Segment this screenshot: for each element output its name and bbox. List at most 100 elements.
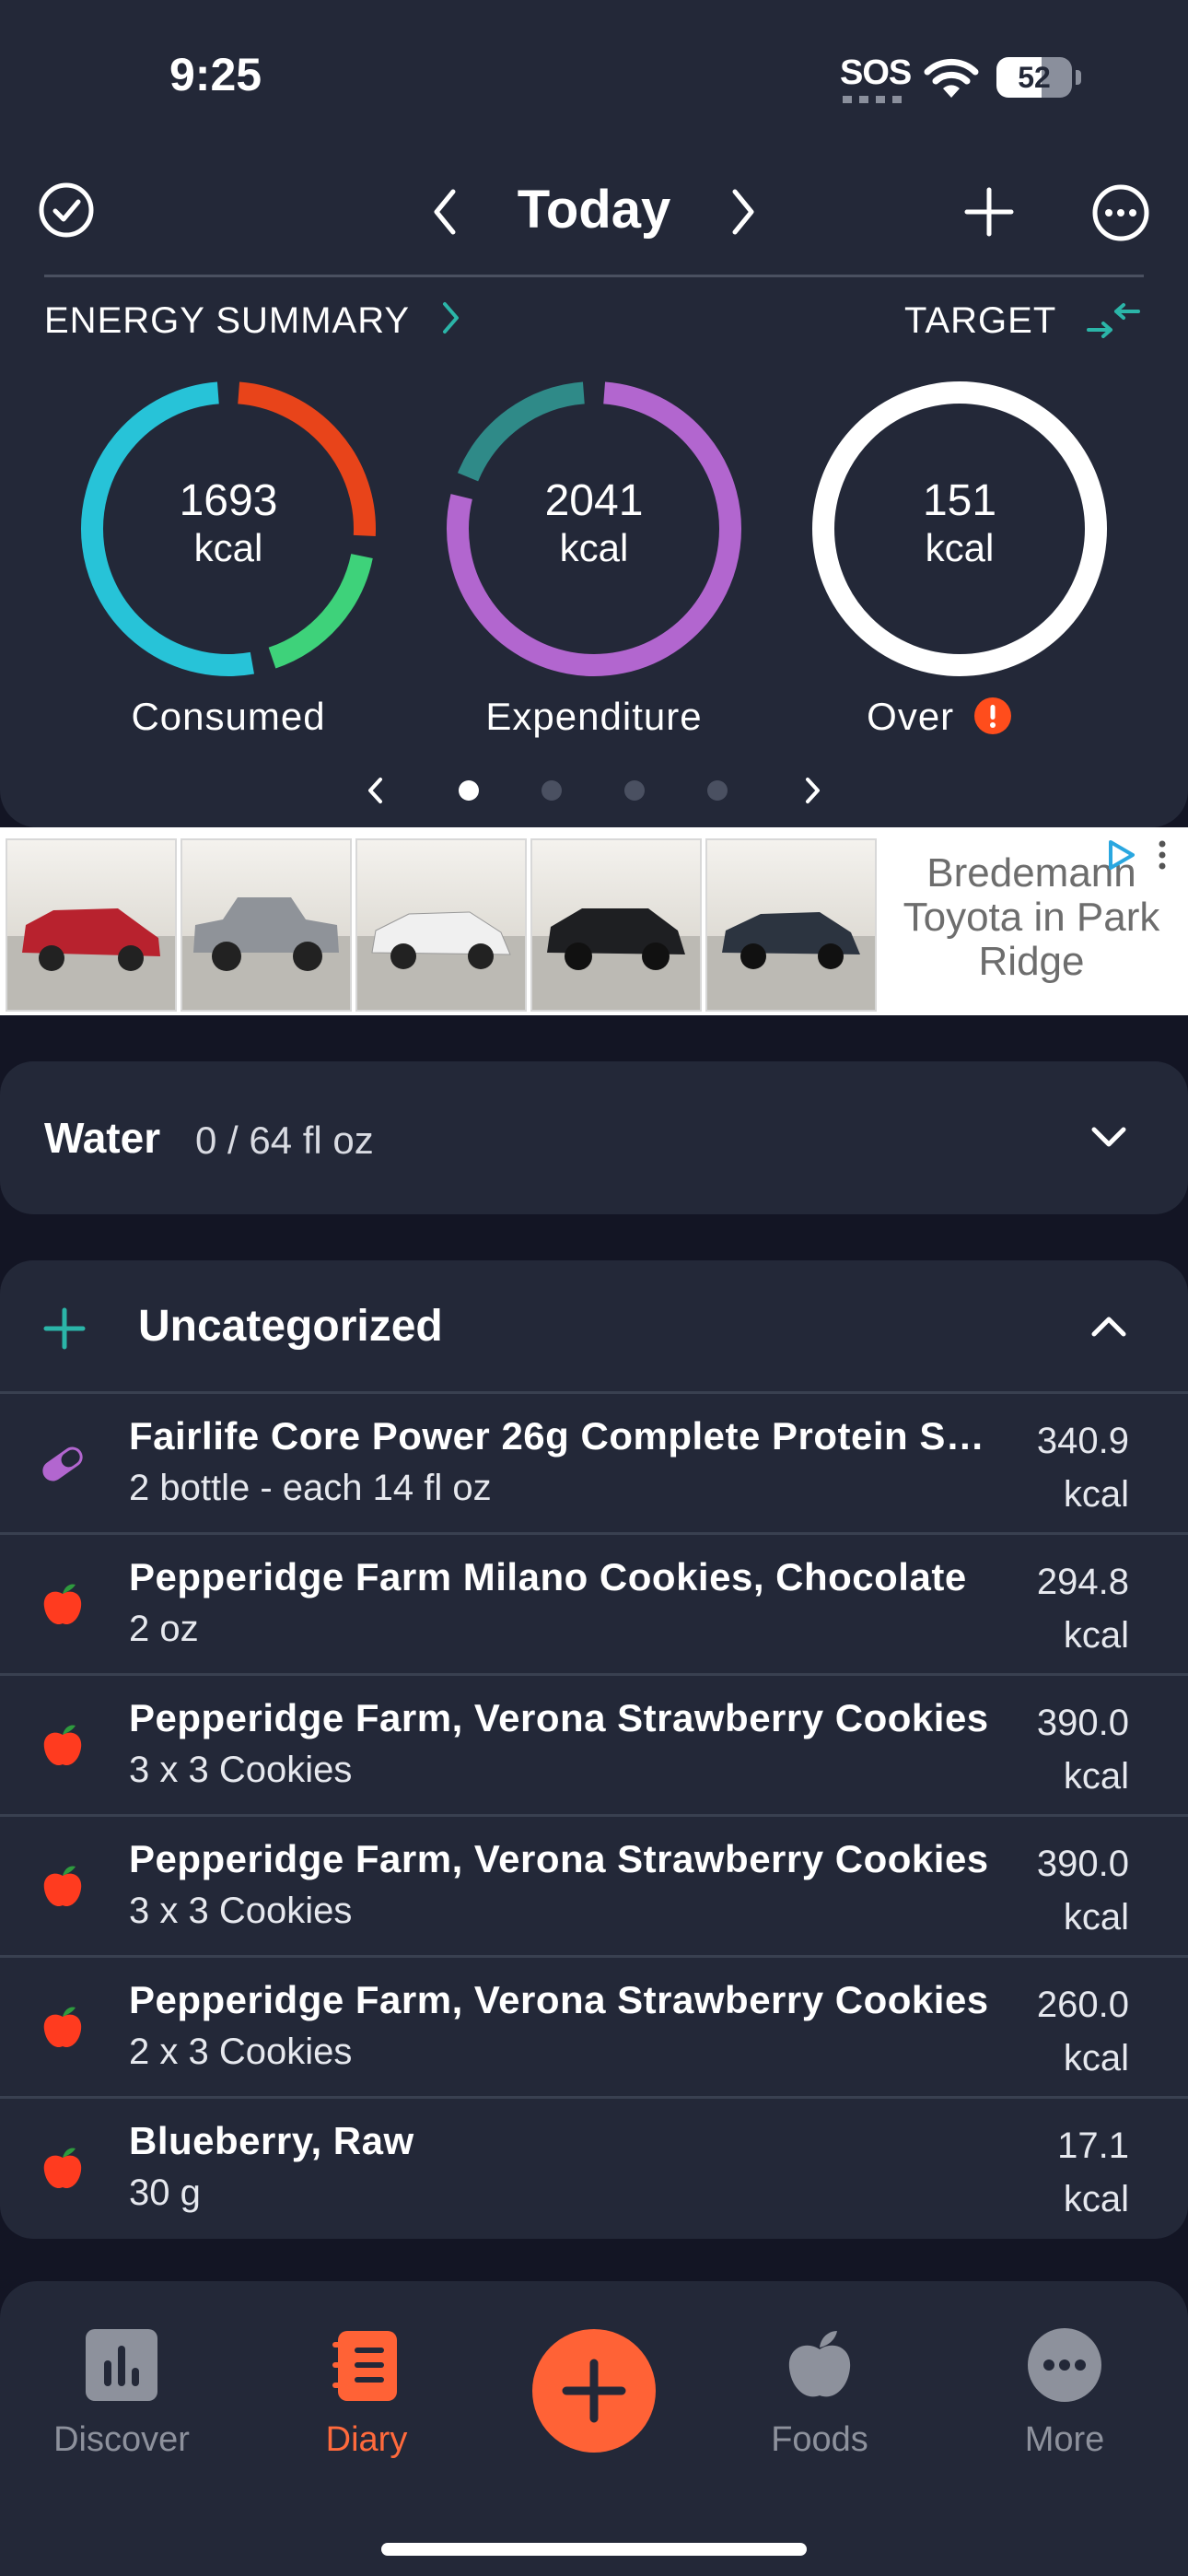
ad-car-image[interactable] <box>705 838 877 1012</box>
chevron-up-icon[interactable] <box>1087 1308 1131 1345</box>
food-name: Pepperidge Farm Milano Cookies, Chocolat… <box>129 1555 967 1598</box>
list-item[interactable]: Pepperidge Farm Milano Cookies, Chocolat… <box>0 1532 1188 1675</box>
food-kcal-unit: kcal <box>1063 2179 1129 2219</box>
nav-diary[interactable]: Diary <box>265 2327 468 2460</box>
check-circle-icon[interactable] <box>37 181 96 240</box>
food-kcal: 390.0 <box>1036 1703 1129 1743</box>
food-serving: 3 x 3 Cookies <box>129 1891 353 1931</box>
ad-banner[interactable]: Bredemann Toyota in Park Ridge <box>0 827 1188 1015</box>
nav-discover[interactable]: Discover <box>20 2327 223 2460</box>
battery-nub <box>1076 70 1081 85</box>
water-amount: 0 / 64 fl oz <box>195 1118 374 1162</box>
over-label: Over <box>867 695 955 738</box>
ad-menu-icon[interactable] <box>1153 838 1171 872</box>
chevron-down-icon[interactable] <box>1087 1118 1131 1155</box>
food-kcal-unit: kcal <box>1063 1897 1129 1938</box>
over-unit: kcal <box>925 526 995 569</box>
list-item[interactable]: Pepperidge Farm, Verona Strawberry Cooki… <box>0 1955 1188 2098</box>
water-card[interactable]: Water 0 / 64 fl oz <box>0 1061 1188 1214</box>
food-serving: 30 g <box>129 2172 201 2213</box>
more-icon <box>1028 2328 1101 2402</box>
add-food-icon[interactable] <box>41 1305 88 1352</box>
adchoices-icon[interactable] <box>1103 838 1140 872</box>
food-serving: 2 x 3 Cookies <box>129 2032 353 2072</box>
add-entry-button[interactable] <box>532 2329 656 2453</box>
food-name: Pepperidge Farm, Verona Strawberry Cooki… <box>129 1978 989 2021</box>
pager-dot[interactable] <box>707 780 728 801</box>
nav-more[interactable]: More <box>963 2327 1166 2460</box>
apple-icon <box>43 2007 82 2048</box>
signal-dots <box>843 96 903 103</box>
food-kcal: 340.9 <box>1036 1421 1129 1461</box>
food-kcal: 260.0 <box>1036 1985 1129 2025</box>
ad-car-image[interactable] <box>355 838 527 1012</box>
ring-segment <box>268 553 373 669</box>
page-title[interactable]: Today <box>479 179 709 240</box>
list-item[interactable]: Pepperidge Farm, Verona Strawberry Cooki… <box>0 1673 1188 1816</box>
pager-prev-icon[interactable] <box>363 772 389 809</box>
add-icon[interactable] <box>961 184 1017 240</box>
consumed-unit: kcal <box>193 526 263 569</box>
target-label[interactable]: TARGET <box>904 300 1056 342</box>
pager-dot[interactable] <box>624 780 645 801</box>
pager-dot[interactable] <box>542 780 562 801</box>
food-kcal: 17.1 <box>1057 2125 1129 2166</box>
food-kcal-unit: kcal <box>1063 1615 1129 1656</box>
header-divider <box>44 275 1144 277</box>
apple-icon <box>43 1725 82 1766</box>
nav-foods[interactable]: Foods <box>718 2327 921 2460</box>
plus-icon <box>562 2359 626 2423</box>
status-time: 9:25 <box>169 49 262 100</box>
swap-arrows-icon[interactable] <box>1085 300 1142 341</box>
food-kcal-unit: kcal <box>1063 1474 1129 1515</box>
pager-dot[interactable] <box>459 780 479 801</box>
expenditure-unit: kcal <box>559 526 629 569</box>
chart-icon <box>86 2329 157 2401</box>
over-value: 151 <box>922 476 997 525</box>
food-name: Blueberry, Raw <box>129 2119 414 2162</box>
ad-car-image[interactable] <box>181 838 352 1012</box>
pill-icon <box>42 1446 83 1481</box>
warning-icon <box>973 697 1011 734</box>
next-day-icon[interactable] <box>722 184 763 240</box>
more-options-icon[interactable] <box>1090 182 1151 243</box>
list-item[interactable]: Fairlife Core Power 26g Complete Protein… <box>0 1391 1188 1534</box>
apple-icon <box>43 1866 82 1907</box>
pager-next-icon[interactable] <box>799 772 825 809</box>
water-title: Water <box>44 1114 161 1162</box>
food-kcal-unit: kcal <box>1063 1756 1129 1797</box>
home-indicator[interactable] <box>381 2543 807 2556</box>
food-name: Pepperidge Farm, Verona Strawberry Cooki… <box>129 1837 989 1880</box>
prev-day-icon[interactable] <box>425 184 466 240</box>
list-item[interactable]: Pepperidge Farm, Verona Strawberry Cooki… <box>0 1814 1188 1957</box>
nav-label: Diary <box>325 2420 408 2459</box>
nav-label: Discover <box>53 2420 190 2459</box>
expenditure-value: 2041 <box>544 476 644 525</box>
energy-summary-label[interactable]: ENERGY SUMMARY <box>44 300 410 342</box>
diary-icon <box>332 2331 397 2401</box>
bottom-nav: Discover Diary Foods More <box>0 2281 1188 2576</box>
food-kcal: 390.0 <box>1036 1844 1129 1884</box>
wifi-icon <box>924 58 979 98</box>
food-name: Pepperidge Farm, Verona Strawberry Cooki… <box>129 1696 989 1739</box>
food-kcal-unit: kcal <box>1063 2038 1129 2078</box>
over-label-wrap: Over <box>774 695 1105 739</box>
list-item[interactable]: Blueberry, Raw 30 g 17.1 kcal <box>0 2096 1188 2242</box>
diary-group-card: Uncategorized Fairlife Core Power 26g Co… <box>0 1260 1188 2239</box>
food-serving: 3 x 3 Cookies <box>129 1750 353 1790</box>
consumed-value: 1693 <box>179 476 278 525</box>
ad-car-image[interactable] <box>530 838 702 1012</box>
apple-icon <box>788 2331 851 2397</box>
expenditure-label: Expenditure <box>485 695 703 738</box>
ad-car-image[interactable] <box>6 838 177 1012</box>
consumed-label: Consumed <box>131 695 326 738</box>
group-title[interactable]: Uncategorized <box>138 1301 443 1352</box>
nav-label: More <box>1024 2420 1105 2459</box>
food-name: Fairlife Core Power 26g Complete Protein… <box>129 1414 1004 1458</box>
ring-segment <box>457 381 585 482</box>
battery-icon: 52 <box>996 57 1072 98</box>
chevron-right-icon[interactable] <box>437 299 464 337</box>
apple-icon <box>43 2148 82 2189</box>
food-serving: 2 oz <box>129 1609 199 1649</box>
nav-label: Foods <box>771 2420 868 2459</box>
